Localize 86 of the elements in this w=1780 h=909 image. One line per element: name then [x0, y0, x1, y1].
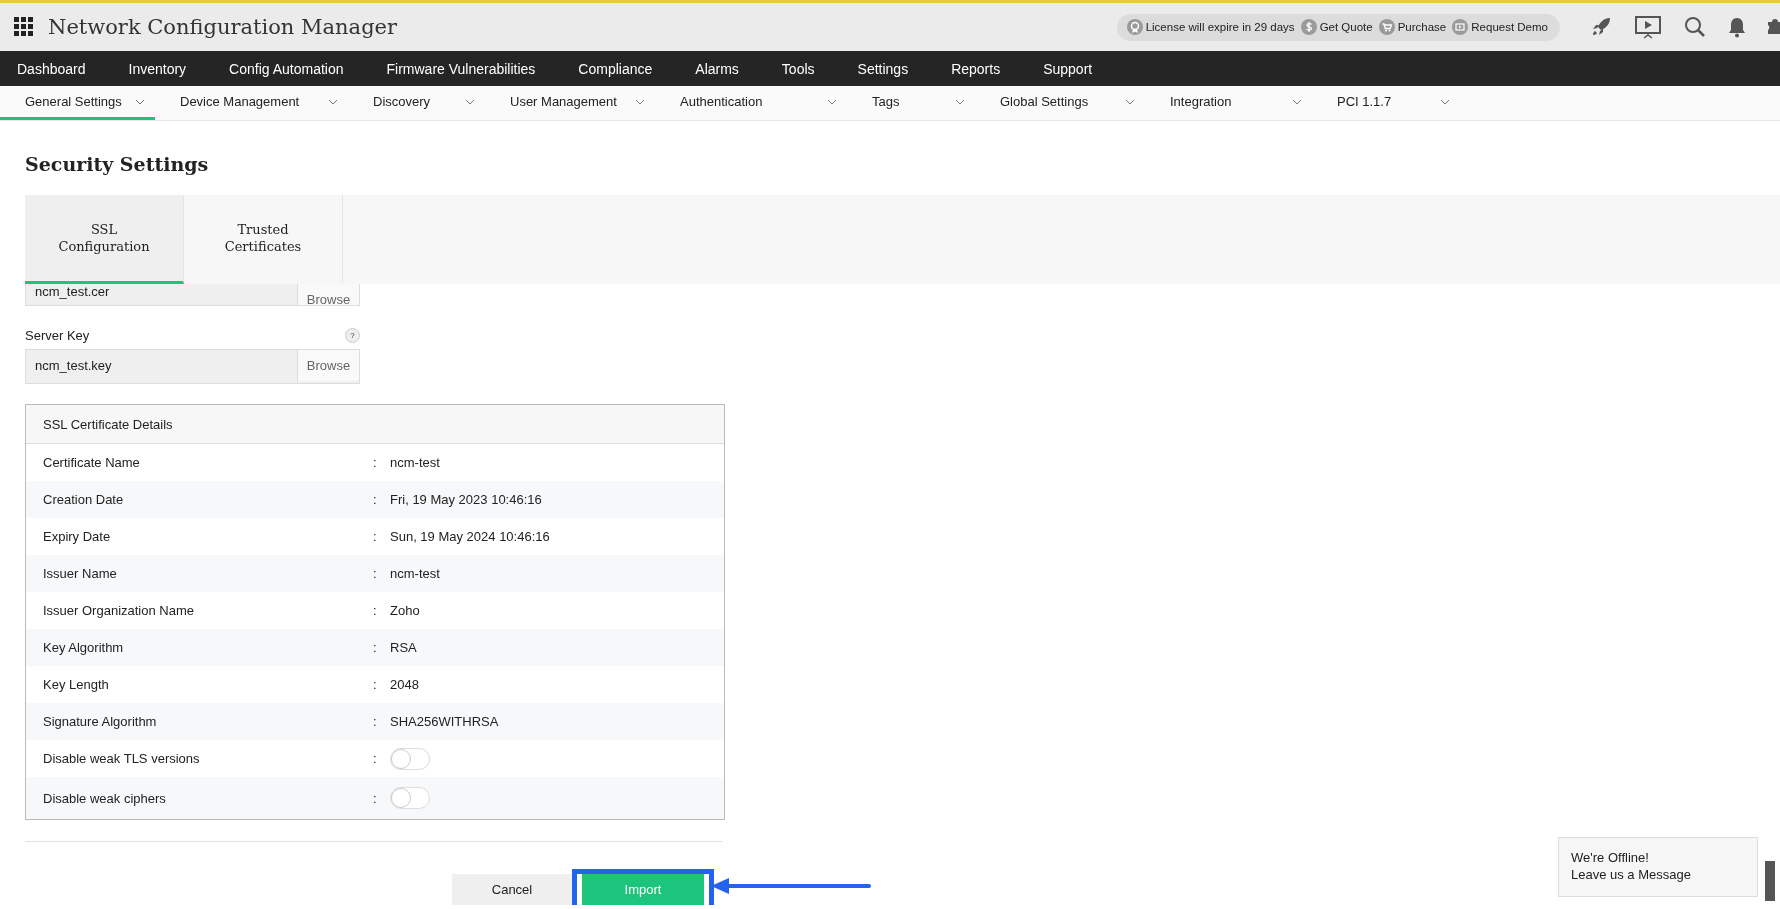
detail-label: Signature Algorithm: [43, 714, 158, 729]
detail-label: Expiry Date: [43, 529, 112, 544]
colon-separator: :: [373, 751, 378, 766]
chevron-down-icon: [328, 98, 338, 105]
nav-link[interactable]: Support: [1043, 60, 1093, 77]
browse-button[interactable]: Browse: [297, 350, 359, 381]
subnav-tab[interactable]: Global Settings: [975, 86, 1145, 120]
detail-value: 2048: [390, 677, 419, 692]
detail-value: Sun, 19 May 2024 10:46:16: [390, 529, 550, 544]
colon-separator: :: [373, 529, 378, 544]
badge-icon: [1126, 19, 1143, 35]
bell-icon[interactable]: [1728, 16, 1746, 38]
subnav-tab[interactable]: Discovery: [348, 86, 485, 120]
detail-value: RSA: [390, 640, 417, 655]
scrollbar[interactable]: [1765, 861, 1775, 901]
colon-separator: :: [373, 790, 378, 806]
chevron-down-icon: [1125, 98, 1135, 105]
cancel-button[interactable]: Cancel: [452, 874, 572, 905]
field-label: Server Key: [25, 328, 90, 343]
subnav-tab[interactable]: Tags: [847, 86, 975, 120]
file-field[interactable]: ncm_test.key Browse: [25, 349, 360, 384]
header-link[interactable]: Get Quote: [1300, 19, 1373, 35]
presentation-icon[interactable]: [1634, 15, 1662, 39]
header-link[interactable]: Request Demo: [1452, 19, 1548, 35]
chevron-down-icon: [827, 98, 837, 105]
nav-link[interactable]: Settings: [857, 60, 909, 77]
video-icon: [1452, 19, 1469, 35]
nav-link[interactable]: Inventory: [128, 60, 187, 77]
detail-value: ncm-test: [390, 566, 440, 581]
detail-label: Issuer Organization Name: [43, 603, 195, 618]
detail-label: Creation Date: [43, 492, 125, 507]
dollar-icon: [1300, 19, 1317, 35]
colon-separator: :: [373, 455, 378, 470]
subnav-tab[interactable]: Authentication: [655, 86, 847, 120]
chevron-down-icon: [1440, 98, 1450, 105]
detail-label: Issuer Name: [43, 566, 118, 581]
toggle-switch[interactable]: [390, 787, 430, 809]
chevron-down-icon: [135, 98, 145, 105]
subnav-tab[interactable]: User Management: [485, 86, 655, 120]
chevron-down-icon: [1292, 98, 1302, 105]
detail-label: Disable weak ciphers: [43, 790, 167, 806]
browse-button[interactable]: Browse: [297, 284, 359, 305]
page-title: Security Settings: [25, 152, 210, 177]
header-link[interactable]: License will expire in 29 days: [1126, 19, 1295, 35]
header-link[interactable]: Purchase: [1378, 19, 1447, 35]
detail-value: Fri, 19 May 2023 10:46:16: [390, 492, 542, 507]
subnav-tab[interactable]: Integration: [1145, 86, 1312, 120]
detail-label: Key Algorithm: [43, 640, 125, 655]
colon-separator: :: [373, 714, 378, 729]
subnav-tab[interactable]: Device Management: [155, 86, 348, 120]
colon-separator: :: [373, 492, 378, 507]
colon-separator: :: [373, 677, 378, 692]
chevron-down-icon: [955, 98, 965, 105]
detail-label: Key Length: [43, 677, 110, 692]
chat-widget[interactable]: We're Offline! Leave us a Message: [1558, 837, 1758, 897]
detail-value: SHA256WITHRSA: [390, 714, 499, 729]
chevron-down-icon: [465, 98, 475, 105]
help-icon[interactable]: ?: [345, 328, 360, 343]
colon-separator: :: [373, 566, 378, 581]
nav-link[interactable]: Compliance: [578, 60, 653, 77]
toggle-switch[interactable]: [390, 747, 430, 770]
chevron-down-icon: [635, 98, 645, 105]
file-field[interactable]: ncm_test.cer Browse: [25, 284, 360, 306]
nav-link[interactable]: Alarms: [695, 60, 739, 77]
nav-link[interactable]: Config Automation: [229, 60, 344, 77]
subnav-tab[interactable]: General Settings: [0, 86, 155, 120]
nav-link[interactable]: Tools: [781, 60, 815, 77]
rocket-icon[interactable]: [1590, 16, 1612, 38]
app-title: Network Configuration Manager: [48, 15, 398, 39]
detail-value: Zoho: [390, 603, 420, 618]
colon-separator: :: [373, 603, 378, 618]
subnav-tab[interactable]: PCI 1.1.7: [1312, 86, 1460, 120]
chat-text: We're Offline!: [1571, 849, 1650, 866]
nav-link[interactable]: Dashboard: [17, 60, 86, 77]
nav-link[interactable]: Reports: [951, 60, 1001, 77]
detail-label: Disable weak TLS versions: [43, 751, 201, 766]
detail-label: Certificate Name: [43, 455, 141, 470]
panel-title: SSL Certificate Details: [43, 416, 173, 432]
detail-value: ncm-test: [390, 455, 440, 470]
colon-separator: :: [373, 640, 378, 655]
nav-link[interactable]: Firmware Vulnerabilities: [386, 60, 536, 77]
cart-icon: [1378, 19, 1395, 35]
search-icon[interactable]: [1684, 16, 1706, 38]
chat-text: Leave us a Message: [1571, 866, 1692, 883]
grid-menu-icon[interactable]: [14, 17, 34, 37]
settings-tab[interactable]: SSL Configuration: [25, 195, 184, 284]
